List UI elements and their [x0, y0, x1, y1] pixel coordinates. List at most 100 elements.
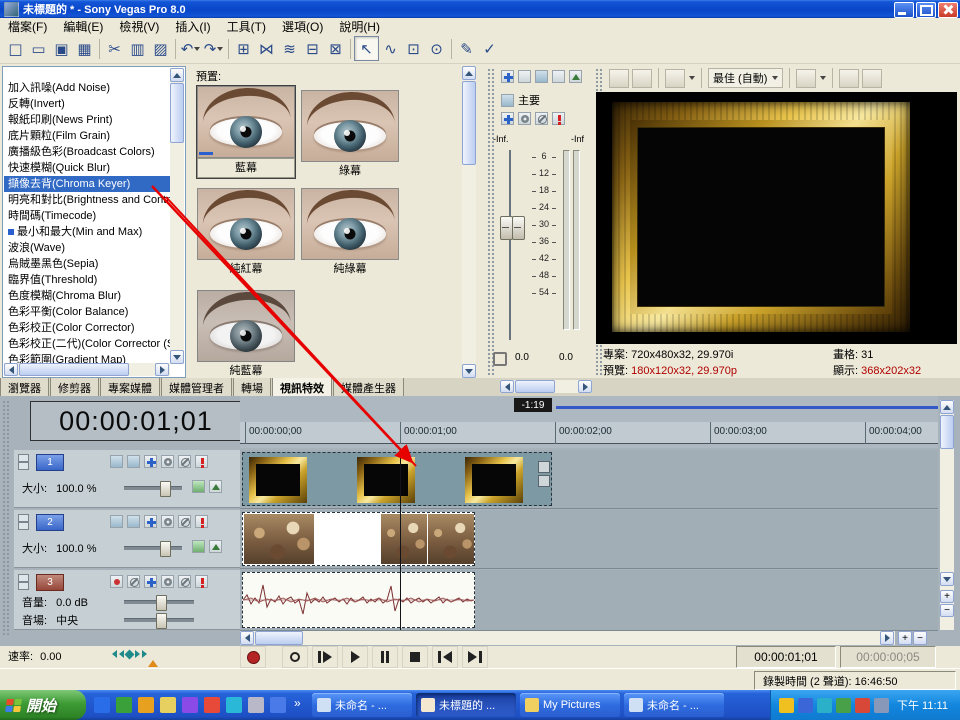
open-project-icon[interactable]: ▭: [27, 37, 50, 60]
quicklaunch-app1-icon[interactable]: [182, 697, 198, 713]
auto-crossfade-icon[interactable]: ⋈: [255, 37, 278, 60]
fx-item[interactable]: 烏賊墨黑色(Sepia): [4, 256, 170, 272]
preset-pure-blue-screen[interactable]: 純藍幕: [197, 290, 295, 378]
video-event-room[interactable]: [242, 512, 475, 566]
track-fx-icon[interactable]: [144, 455, 157, 468]
fx-item[interactable]: 色彩校正(Color Corrector): [4, 320, 170, 336]
track-1-number[interactable]: 1: [36, 454, 64, 471]
enable-snapping-icon[interactable]: ⊞: [232, 37, 255, 60]
track-motion-icon[interactable]: [127, 455, 140, 468]
envelope-edit-tool-icon[interactable]: ∿: [379, 37, 402, 60]
stop-button[interactable]: [402, 646, 428, 668]
bus-fx-icon[interactable]: [501, 112, 514, 125]
automation-settings-icon[interactable]: [161, 455, 174, 468]
fx-item[interactable]: 色彩平衡(Color Balance): [4, 304, 170, 320]
fx-item[interactable]: 快速模糊(Quick Blur): [4, 160, 170, 176]
record-button[interactable]: [240, 646, 266, 668]
overlays-grid-icon[interactable]: [796, 69, 816, 88]
fx-item[interactable]: 色度模糊(Chroma Blur): [4, 288, 170, 304]
fader-handle-right[interactable]: [512, 216, 525, 240]
scroll-up-icon[interactable]: [940, 400, 954, 414]
lock-fader-icon[interactable]: [493, 352, 507, 366]
dim-output-icon[interactable]: [569, 70, 582, 83]
close-button[interactable]: [938, 2, 958, 18]
mute-icon[interactable]: [178, 455, 191, 468]
loop-region-bar[interactable]: [556, 406, 938, 409]
scroll-right-icon[interactable]: [155, 363, 169, 376]
track-minimize-icon[interactable]: [18, 514, 29, 522]
rate-marker-icon[interactable]: [148, 660, 158, 667]
dock-hscroll[interactable]: [500, 380, 592, 394]
go-to-end-button[interactable]: [462, 646, 488, 668]
redo-icon[interactable]: ↷: [202, 37, 225, 60]
timeline-hscroll-thumb[interactable]: [255, 631, 303, 645]
menu-insert[interactable]: 插入(I): [167, 17, 218, 36]
track-3-number[interactable]: 3: [36, 574, 64, 591]
insert-bus-icon[interactable]: [501, 70, 514, 83]
copy-snapshot-icon[interactable]: [839, 69, 859, 88]
bus-clip-warning-icon[interactable]: [552, 112, 565, 125]
menu-help[interactable]: 說明(H): [331, 17, 388, 36]
automation-settings-icon[interactable]: [161, 575, 174, 588]
quicklaunch-app2-icon[interactable]: [204, 697, 220, 713]
cursor-time-box[interactable]: 00:00:01;01: [736, 646, 836, 668]
loop-playback-button[interactable]: [282, 646, 308, 668]
scroll-down-icon[interactable]: [940, 572, 954, 586]
mute-icon[interactable]: [178, 575, 191, 588]
track-restore-icon[interactable]: [18, 582, 29, 590]
tray-app1-icon[interactable]: [798, 698, 813, 713]
zoom-in-vertical-icon[interactable]: +: [940, 590, 954, 603]
insert-assignable-fx-icon[interactable]: [518, 70, 531, 83]
menu-edit[interactable]: 編輯(E): [55, 17, 111, 36]
fx-item[interactable]: 廣播級色彩(Broadcast Colors): [4, 144, 170, 160]
mute-icon[interactable]: [178, 515, 191, 528]
track-3-volume-slider[interactable]: [124, 600, 194, 604]
zoom-out-vertical-icon[interactable]: −: [940, 604, 954, 617]
event-fx-icon[interactable]: [538, 475, 550, 487]
scroll-left-icon[interactable]: [500, 380, 514, 393]
zoom-edit-tool-icon[interactable]: ⊙: [425, 37, 448, 60]
taskbar-task-3[interactable]: My Pictures: [520, 693, 620, 717]
taskbar-task-2-active[interactable]: 未標題的 ...: [416, 693, 516, 717]
event-pan-crop-icon[interactable]: [538, 461, 550, 473]
make-compositing-child-icon[interactable]: [209, 540, 222, 553]
fx-item[interactable]: 臨界值(Threshold): [4, 272, 170, 288]
fx-item[interactable]: 時間碼(Timecode): [4, 208, 170, 224]
tray-ime-icon[interactable]: [779, 698, 794, 713]
compositing-mode-icon[interactable]: [192, 540, 205, 553]
fx-item[interactable]: 色彩校正(二代)(Color Corrector (Secondary)): [4, 336, 170, 352]
fx-item[interactable]: 加入訊噪(Add Noise): [4, 80, 170, 96]
fx-item-chroma-keyer[interactable]: 擷像去背(Chroma Keyer): [4, 176, 170, 192]
track-fx-icon[interactable]: [144, 515, 157, 528]
start-button[interactable]: 開始: [0, 690, 86, 720]
solo-icon[interactable]: [195, 515, 208, 528]
quicklaunch-folder-icon[interactable]: [160, 697, 176, 713]
tray-app3-icon[interactable]: [855, 698, 870, 713]
track-1-header[interactable]: 1 大小: 100.0 %: [14, 450, 240, 508]
solo-icon[interactable]: [195, 575, 208, 588]
selection-end-time-box[interactable]: 00:00:00;05: [840, 646, 936, 668]
track-3-pan-slider[interactable]: [124, 618, 194, 622]
fx-item[interactable]: 波浪(Wave): [4, 240, 170, 256]
presets-vscroll-thumb[interactable]: [462, 81, 476, 165]
undo-icon[interactable]: ↶: [179, 37, 202, 60]
preview-quality-dropdown[interactable]: 最佳 (自動): [708, 68, 783, 88]
go-to-start-button[interactable]: [432, 646, 458, 668]
track-minimize-icon[interactable]: [18, 574, 29, 582]
quicklaunch-app5-icon[interactable]: [270, 697, 286, 713]
fx-item[interactable]: 報紙印刷(News Print): [4, 112, 170, 128]
rate-scrub-control[interactable]: [112, 650, 147, 658]
compositing-mode-icon[interactable]: [192, 480, 205, 493]
zoom-out-time-icon[interactable]: −: [913, 631, 927, 645]
play-button[interactable]: [342, 646, 368, 668]
track-1-level-slider[interactable]: [124, 486, 182, 490]
quicklaunch-app4-icon[interactable]: [248, 697, 264, 713]
track-fx-icon[interactable]: [144, 575, 157, 588]
arm-record-icon[interactable]: [110, 575, 123, 588]
track-minimize-icon[interactable]: [18, 454, 29, 462]
scroll-left-icon[interactable]: [240, 631, 254, 645]
quicklaunch-ie-icon[interactable]: [94, 697, 110, 713]
track-restore-icon[interactable]: [18, 522, 29, 530]
normal-edit-tool-icon[interactable]: ↖: [354, 36, 379, 61]
play-from-start-button[interactable]: [312, 646, 338, 668]
